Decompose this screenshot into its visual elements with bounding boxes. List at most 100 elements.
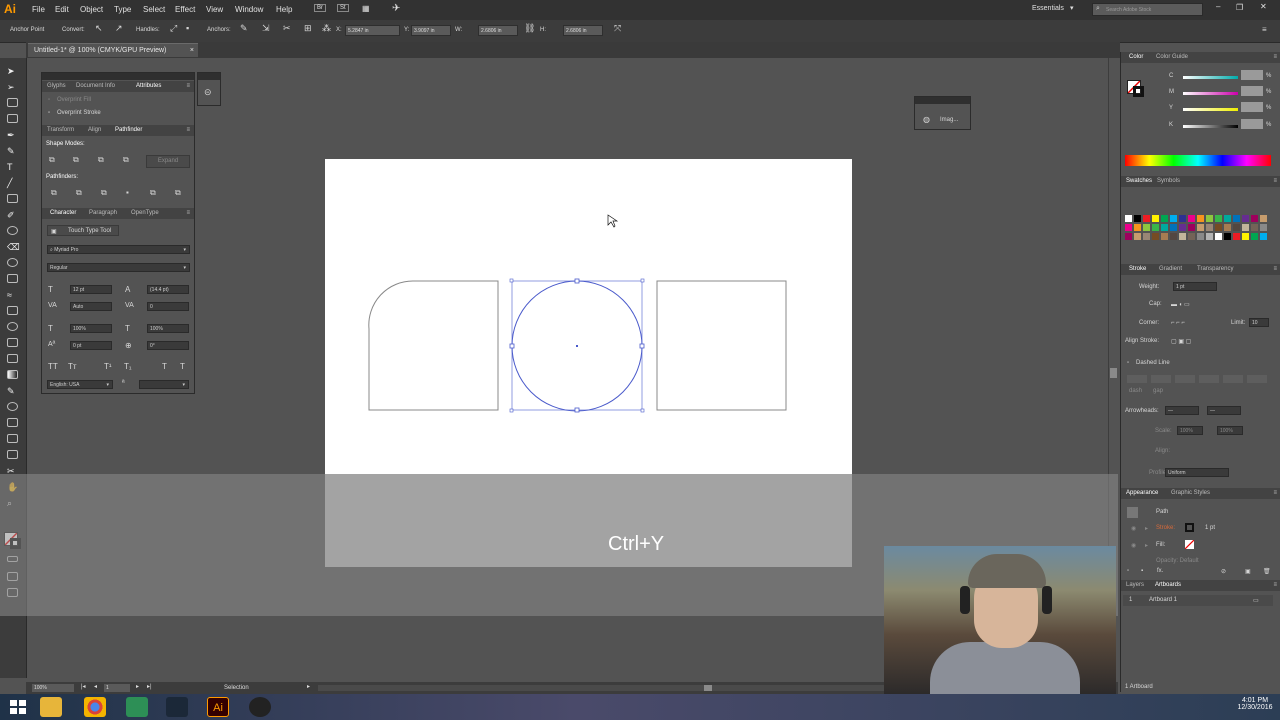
duplicate-item-icon[interactable]: ▣ xyxy=(1245,568,1251,575)
swatch-chip[interactable] xyxy=(1152,215,1159,222)
zoom-select[interactable]: 100% xyxy=(32,684,74,692)
width-tool-icon[interactable]: ≈ xyxy=(7,290,18,300)
all-caps-icon[interactable]: TT xyxy=(48,362,58,371)
channel-k-field[interactable] xyxy=(1241,119,1263,129)
arrange-documents-icon[interactable]: ▦ xyxy=(362,4,370,13)
tab-character[interactable]: Character xyxy=(50,208,76,219)
tab-stroke[interactable]: Stroke xyxy=(1129,264,1146,275)
artboard-list-row[interactable]: 1 Artboard 1 ▭ xyxy=(1123,595,1273,606)
panel-menu-icon[interactable]: ≡ xyxy=(186,81,190,92)
tab-symbols[interactable]: Symbols xyxy=(1157,176,1180,187)
image-trace-label[interactable]: Imag... xyxy=(940,117,958,123)
menu-help[interactable]: Help xyxy=(276,5,292,14)
swatch-chip[interactable] xyxy=(1134,233,1141,240)
appearance-fill-swatch[interactable] xyxy=(1185,540,1194,549)
panel-menu-icon[interactable]: ≡ xyxy=(1273,52,1277,63)
tab-color[interactable]: Color xyxy=(1129,52,1143,63)
shape-builder-tool-icon[interactable] xyxy=(7,322,18,331)
color-spectrum-ramp[interactable] xyxy=(1125,155,1271,166)
cut-path-icon[interactable]: ✂ xyxy=(283,23,291,34)
cap-buttons[interactable]: ▬ ◖ ▭ xyxy=(1171,301,1190,308)
dash-gap-fields[interactable] xyxy=(1127,375,1267,384)
swatch-chip[interactable] xyxy=(1251,233,1258,240)
anchor-point-top[interactable] xyxy=(574,278,580,284)
swatch-chip[interactable] xyxy=(1206,224,1213,231)
color-stroke-swatch[interactable] xyxy=(1133,86,1144,97)
transform-icon[interactable]: ⤧ xyxy=(614,23,621,34)
tab-glyphs[interactable]: Glyphs xyxy=(47,81,66,92)
dashed-line-checkbox[interactable]: ▫ xyxy=(1127,360,1129,366)
previous-artboard-icon[interactable]: ◂ xyxy=(94,683,97,690)
swatch-chip[interactable] xyxy=(1170,224,1177,231)
subscript-icon[interactable]: T₁ xyxy=(124,362,132,371)
vertical-scale-field[interactable]: 100% xyxy=(147,324,189,333)
links-icon[interactable]: ⊝ xyxy=(204,87,212,98)
swatch-chip[interactable] xyxy=(1224,215,1231,222)
superscript-icon[interactable]: T¹ xyxy=(104,362,112,371)
tab-gradient[interactable]: Gradient xyxy=(1159,264,1182,275)
menu-view[interactable]: View xyxy=(206,5,223,14)
app-icon[interactable] xyxy=(126,697,148,717)
swatch-chip[interactable] xyxy=(1125,233,1132,240)
swatch-chip[interactable] xyxy=(1170,215,1177,222)
start-scale-field[interactable]: 100% xyxy=(1177,426,1203,435)
document-tab[interactable]: Untitled-1* @ 100% (CMYK/GPU Preview) × xyxy=(28,43,198,57)
menu-object[interactable]: Object xyxy=(80,5,103,14)
panel-menu-icon[interactable]: ≡ xyxy=(1262,25,1267,34)
image-trace-icon[interactable]: ◍ xyxy=(923,115,930,124)
maximize-icon[interactable]: ❐ xyxy=(1236,3,1243,12)
add-new-stroke-icon[interactable]: ▫ xyxy=(1127,568,1129,574)
rounded-corner-shape[interactable] xyxy=(368,280,499,411)
swatch-chip[interactable] xyxy=(1233,224,1240,231)
intersect-icon[interactable]: ⧉ xyxy=(98,155,104,165)
delete-item-icon[interactable]: 🗑 xyxy=(1263,568,1271,575)
baseline-shift-field[interactable]: 0 pt xyxy=(70,341,112,350)
rotate-tool-icon[interactable] xyxy=(7,258,18,267)
font-size-field[interactable]: 12 pt xyxy=(70,285,112,294)
swatch-chip[interactable] xyxy=(1215,224,1222,231)
curvature-tool-icon[interactable]: ✎ xyxy=(7,146,18,156)
eraser-tool-icon[interactable]: ⌫ xyxy=(7,242,20,252)
start-arrowhead-select[interactable]: — xyxy=(1165,406,1199,415)
perspective-grid-tool-icon[interactable] xyxy=(7,338,18,347)
divide-icon[interactable]: ⧉ xyxy=(51,188,57,198)
y-field[interactable]: 3.9097 in xyxy=(411,25,451,36)
language-select[interactable]: English: USA ▾ xyxy=(47,380,113,389)
swatch-chip[interactable] xyxy=(1143,224,1150,231)
touch-type-button[interactable]: ▣ Touch Type Tool xyxy=(47,225,119,236)
swatch-chip[interactable] xyxy=(1242,215,1249,222)
menu-file[interactable]: File xyxy=(32,5,45,14)
swatch-chip[interactable] xyxy=(1161,233,1168,240)
scale-tool-icon[interactable] xyxy=(7,274,18,283)
swatch-chip[interactable] xyxy=(1188,233,1195,240)
small-caps-icon[interactable]: Tт xyxy=(68,362,77,371)
swatch-chip[interactable] xyxy=(1260,233,1267,240)
merge-icon[interactable]: ⧉ xyxy=(101,188,107,198)
tab-swatches[interactable]: Swatches xyxy=(1126,176,1152,187)
swatch-chip[interactable] xyxy=(1197,224,1204,231)
swatch-chip[interactable] xyxy=(1152,224,1159,231)
tab-artboards[interactable]: Artboards xyxy=(1155,580,1181,591)
bbox-handle-tr[interactable] xyxy=(640,278,645,283)
h-field[interactable]: 2.6806 in xyxy=(563,25,603,36)
obs-icon[interactable] xyxy=(249,697,271,717)
swatch-chip[interactable] xyxy=(1197,215,1204,222)
hide-handles-icon[interactable]: ▪ xyxy=(186,23,189,33)
pen-tool-icon[interactable]: ✒ xyxy=(7,130,18,140)
bbox-handle-bl[interactable] xyxy=(509,408,514,413)
channel-m-slider[interactable] xyxy=(1183,92,1238,95)
menu-window[interactable]: Window xyxy=(235,5,263,14)
swatch-chip[interactable] xyxy=(1179,233,1186,240)
next-artboard-icon[interactable]: ▸ xyxy=(136,683,139,690)
type-tool-icon[interactable]: T xyxy=(7,162,18,172)
windows-start-icon[interactable] xyxy=(8,698,28,716)
tab-transform[interactable]: Transform xyxy=(47,125,74,136)
convert-smooth-icon[interactable]: ↗ xyxy=(115,23,123,34)
menu-select[interactable]: Select xyxy=(143,5,165,14)
channel-m-field[interactable] xyxy=(1241,86,1263,96)
dock-grip[interactable] xyxy=(198,73,220,80)
free-transform-tool-icon[interactable] xyxy=(7,306,18,315)
anchor-point-bottom[interactable] xyxy=(574,407,580,413)
swatch-chip[interactable] xyxy=(1125,215,1132,222)
tracking-field[interactable]: 0 xyxy=(147,302,189,311)
